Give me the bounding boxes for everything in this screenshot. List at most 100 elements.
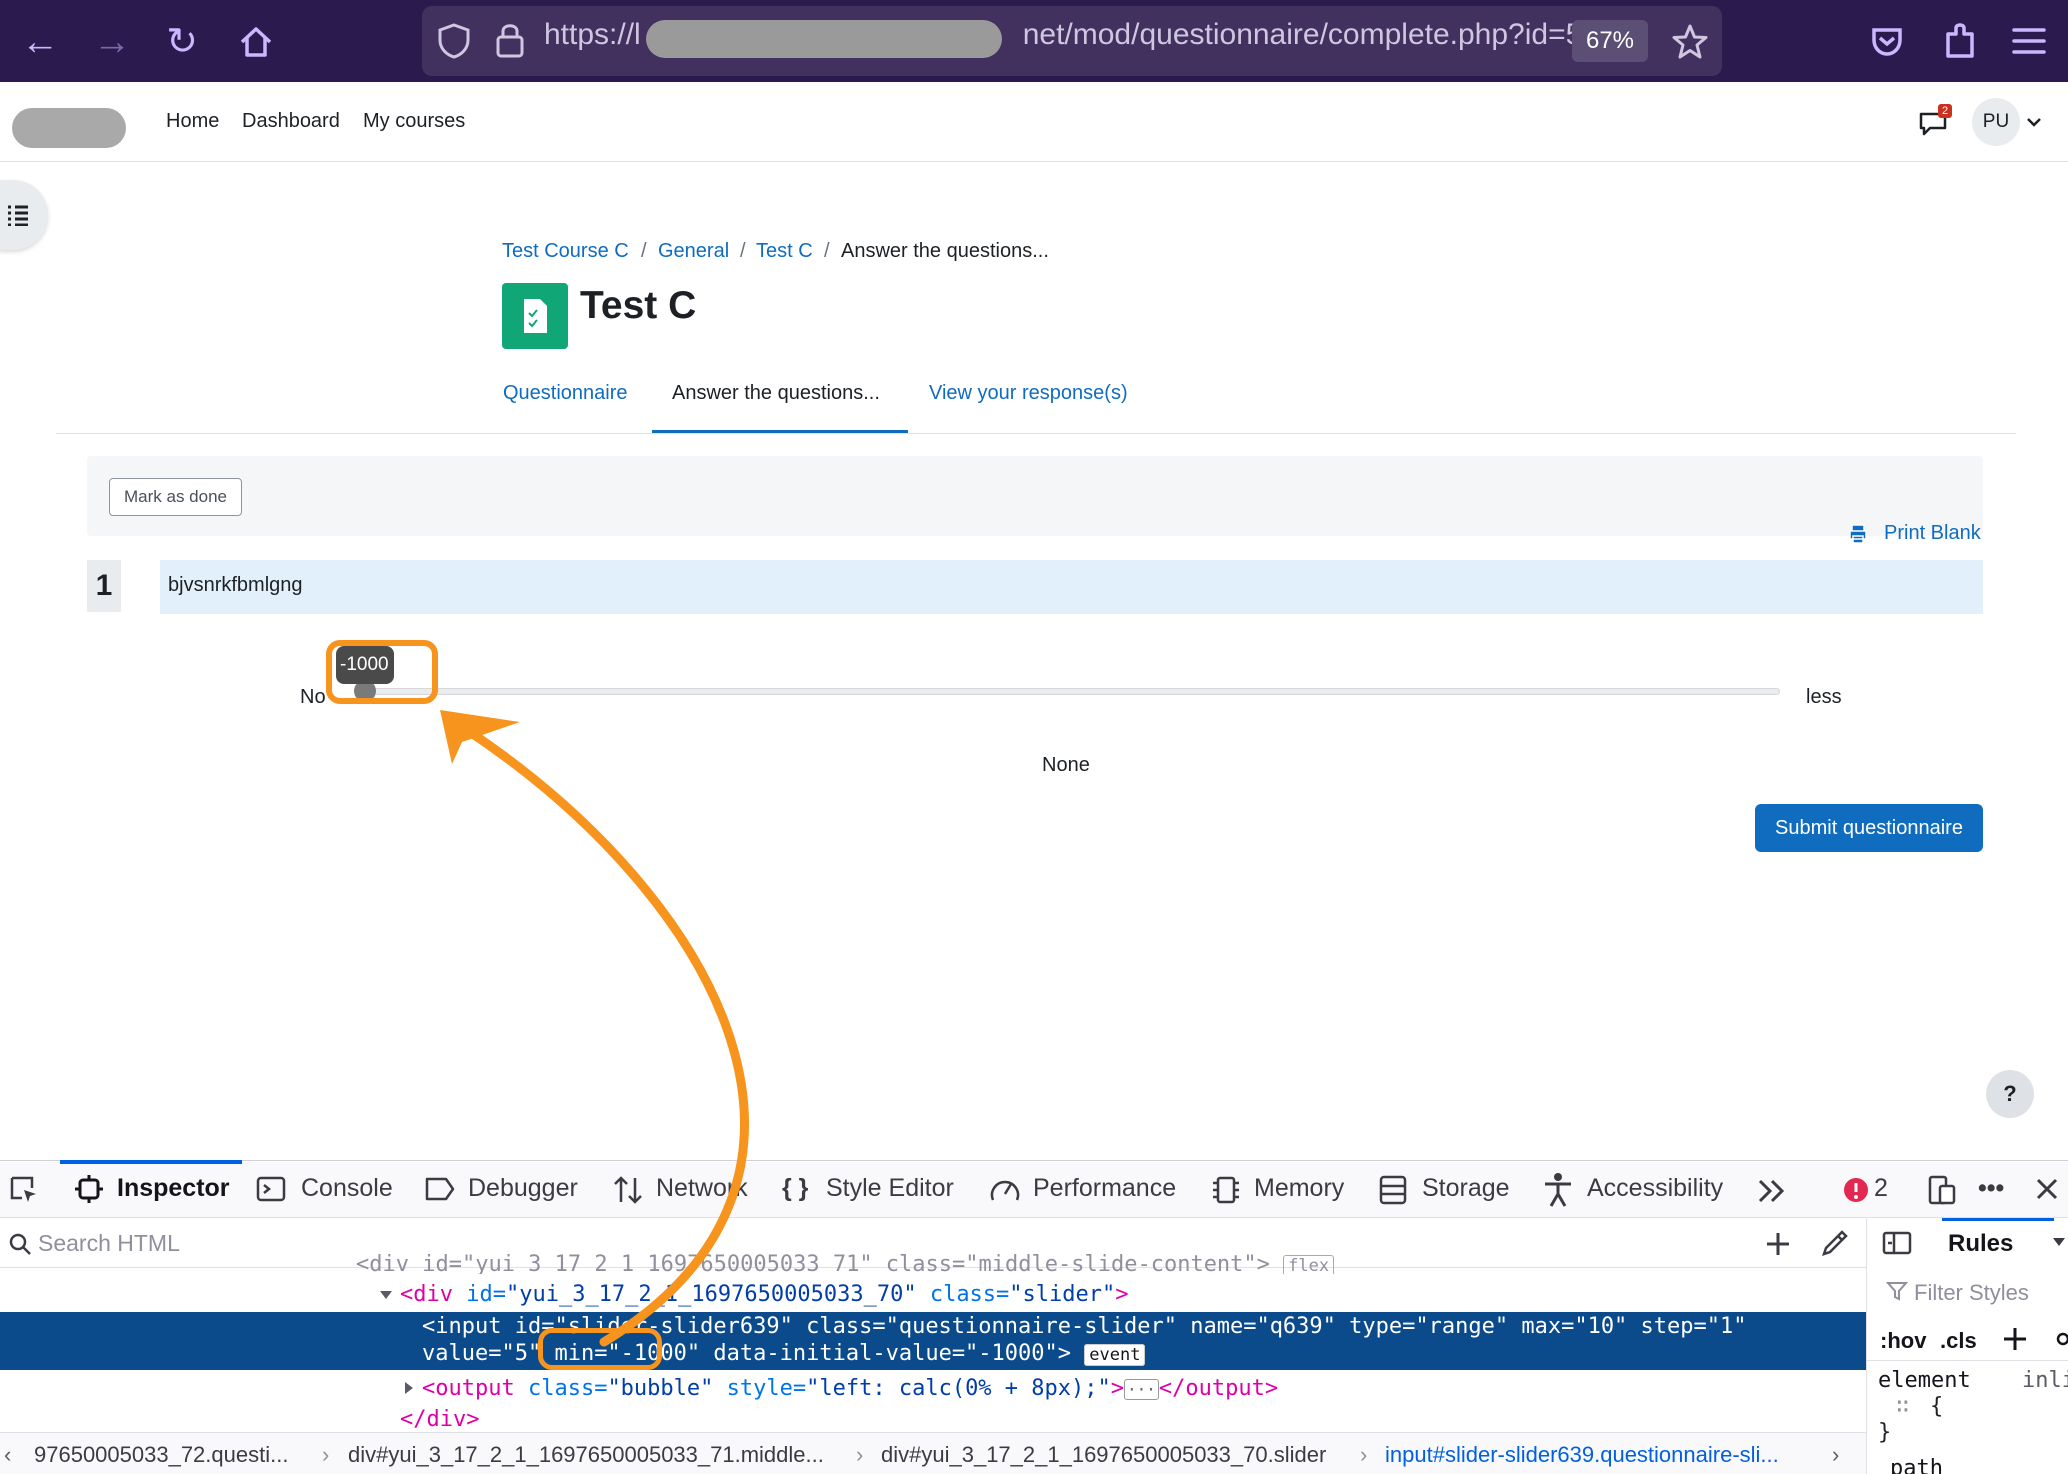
breadcrumb-chevron-icon: › — [1360, 1442, 1368, 1467]
rules-tab[interactable]: Rules — [1948, 1230, 2013, 1258]
url-prefix: https://l — [544, 18, 641, 51]
storage-icon[interactable] — [1378, 1174, 1408, 1206]
submit-questionnaire-button[interactable]: Submit questionnaire — [1755, 804, 1983, 852]
network-icon[interactable] — [612, 1174, 644, 1206]
slider-track[interactable] — [368, 688, 1780, 695]
add-rule-icon[interactable] — [2002, 1326, 2028, 1352]
console-icon[interactable] — [256, 1174, 286, 1204]
flex-badge[interactable]: flex — [1283, 1255, 1335, 1274]
breadcrumb-scroll-right-icon[interactable]: › — [1832, 1442, 1839, 1468]
collapsed-content-badge[interactable]: ··· — [1124, 1379, 1159, 1400]
performance-icon[interactable] — [988, 1174, 1022, 1206]
code-tag: </output> — [1158, 1376, 1279, 1401]
expand-triangle-icon[interactable] — [378, 1288, 394, 1302]
mark-as-done-button[interactable]: Mark as done — [109, 478, 242, 516]
code-attr: class= — [514, 1376, 608, 1401]
tab-answer-questions[interactable]: Answer the questions... — [672, 382, 880, 405]
devtools-tab-memory[interactable]: Memory — [1254, 1174, 1344, 1203]
extensions-icon[interactable] — [1940, 20, 1980, 62]
home-icon[interactable] — [236, 22, 276, 62]
devtools-active-tab-indicator — [60, 1160, 242, 1164]
back-arrow-icon[interactable]: ← — [18, 20, 62, 64]
breadcrumb-separator: / — [641, 240, 647, 262]
tab-view-responses[interactable]: View your response(s) — [929, 382, 1128, 405]
bookmark-star-icon[interactable] — [1670, 22, 1710, 62]
event-badge[interactable]: event — [1084, 1344, 1146, 1366]
filter-styles-input[interactable]: Filter Styles — [1914, 1280, 2029, 1306]
slider-left-label: No — [300, 686, 326, 708]
add-node-icon[interactable] — [1764, 1230, 1792, 1258]
accessibility-icon[interactable] — [1542, 1172, 1574, 1208]
devtools-tab-debugger[interactable]: Debugger — [468, 1174, 578, 1203]
code-line-input-cont[interactable]: value="5" min="-1000" data-initial-value… — [422, 1341, 1146, 1366]
node-breadcrumb-current[interactable]: input#slider-slider639.questionnaire-sli… — [1385, 1442, 1779, 1468]
nav-dashboard[interactable]: Dashboard — [242, 110, 340, 133]
code-line-parent-text: <div id="yui_3_17_2_1_1697650005033_71" … — [356, 1252, 1270, 1274]
error-icon[interactable] — [1842, 1176, 1870, 1204]
zoom-level[interactable]: 67% — [1572, 20, 1648, 62]
code-attr: class= — [916, 1282, 1010, 1307]
eyedropper-icon[interactable] — [1820, 1228, 1850, 1258]
element-picker-icon[interactable] — [8, 1174, 40, 1206]
memory-icon[interactable] — [1210, 1174, 1242, 1206]
code-tag: <output — [422, 1376, 515, 1401]
light-mode-icon[interactable] — [2050, 1326, 2068, 1352]
pocket-icon[interactable] — [1868, 22, 1906, 60]
element-rule-selector: element — [1878, 1368, 1971, 1393]
devtools-tab-network[interactable]: Network — [656, 1174, 748, 1203]
breadcrumb-scroll-left-icon[interactable]: ‹ — [4, 1442, 11, 1468]
devtools-tab-storage[interactable]: Storage — [1422, 1174, 1510, 1203]
node-breadcrumb[interactable]: div#yui_3_17_2_1_1697650005033_70.slider — [881, 1442, 1326, 1468]
devtools-tab-inspector[interactable]: Inspector — [117, 1174, 230, 1203]
devtools-error-count: 2 — [1874, 1174, 1888, 1202]
node-breadcrumb[interactable]: div#yui_3_17_2_1_1697650005033_71.middle… — [348, 1442, 824, 1468]
node-breadcrumb[interactable]: 97650005033_72.questi... — [34, 1442, 288, 1468]
hover-pseudo-toggle[interactable]: :hov — [1880, 1328, 1926, 1354]
search-html-input[interactable]: Search HTML — [38, 1230, 180, 1257]
help-button[interactable]: ? — [1986, 1070, 2034, 1118]
close-icon[interactable] — [2034, 1176, 2060, 1202]
devtools-tab-accessibility[interactable]: Accessibility — [1587, 1174, 1723, 1203]
user-avatar[interactable]: PU — [1972, 98, 2020, 146]
toggle-pane-icon[interactable] — [1882, 1230, 1912, 1256]
print-blank-link[interactable]: Print Blank — [1884, 522, 1981, 545]
tab-questionnaire[interactable]: Questionnaire — [503, 382, 628, 405]
sidebar-dropdown-icon[interactable] — [2052, 1236, 2066, 1248]
forward-arrow-icon[interactable]: → — [90, 20, 134, 64]
path-rule-selector: path — [1890, 1456, 1943, 1474]
breadcrumb-activity[interactable]: Test C — [756, 240, 813, 263]
reload-icon[interactable]: ↻ — [160, 20, 204, 64]
hamburger-menu-icon[interactable] — [2010, 24, 2048, 58]
breadcrumb-section[interactable]: General — [658, 240, 729, 263]
screenshot-root: { "browser": { "url_prefix": "https://l"… — [0, 0, 2068, 1474]
overflow-chevrons-icon[interactable] — [1756, 1178, 1788, 1204]
site-logo[interactable] — [12, 108, 126, 148]
printer-icon[interactable] — [1846, 522, 1870, 546]
code-data-initial-attr: data-initial-value="-1000"> — [700, 1341, 1072, 1366]
code-line-output[interactable]: <output class="bubble" style="left: calc… — [422, 1376, 1278, 1401]
lock-icon[interactable] — [492, 20, 528, 60]
rules-divider — [1866, 1360, 2068, 1361]
collapse-triangle-icon[interactable] — [402, 1380, 416, 1396]
breadcrumb-current: Answer the questions... — [841, 240, 1049, 262]
search-icon — [9, 1233, 31, 1255]
chevron-down-icon[interactable] — [2026, 116, 2042, 128]
devtools-tab-console[interactable]: Console — [301, 1174, 393, 1203]
nav-home[interactable]: Home — [166, 110, 219, 133]
devtools-tab-style-editor[interactable]: Style Editor — [826, 1174, 954, 1203]
nav-my-courses[interactable]: My courses — [363, 110, 465, 133]
style-editor-braces-icon[interactable]: { } — [782, 1174, 808, 1203]
inspector-icon[interactable] — [74, 1174, 104, 1204]
devtools-tab-performance[interactable]: Performance — [1033, 1174, 1176, 1203]
document-check-icon — [524, 299, 547, 333]
responsive-design-icon[interactable] — [1926, 1174, 1958, 1206]
code-line-close-div[interactable]: </div> — [400, 1407, 479, 1432]
code-line-slider-div[interactable]: <div id="yui_3_17_2_1_1697650005033_70" … — [400, 1282, 1129, 1307]
page-title: Test C — [580, 284, 697, 327]
more-options-icon[interactable]: ••• — [1978, 1174, 2004, 1203]
debugger-icon[interactable] — [424, 1176, 456, 1202]
list-icon[interactable] — [6, 204, 30, 226]
shield-icon[interactable] — [436, 22, 472, 60]
class-toggle[interactable]: .cls — [1940, 1328, 1977, 1354]
breadcrumb-course[interactable]: Test Course C — [502, 240, 629, 263]
